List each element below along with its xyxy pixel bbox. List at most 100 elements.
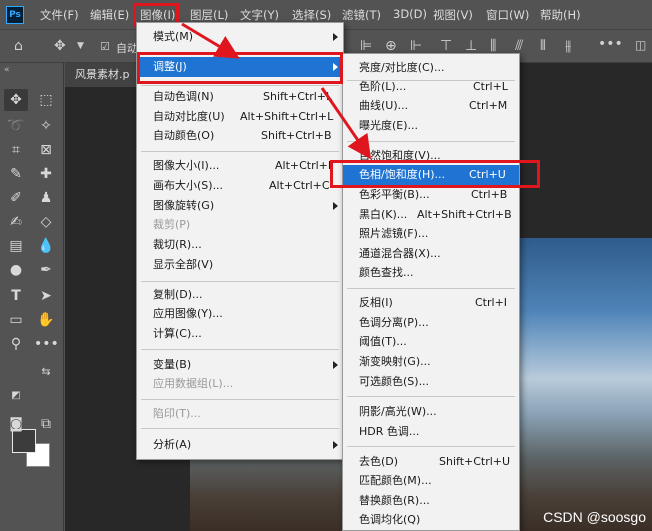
menu-separator [141, 151, 339, 152]
menu-item-channel-mixer[interactable]: 通道混合器(X)... [343, 244, 519, 264]
pen-tool-icon[interactable]: ✒ [34, 259, 58, 281]
move-tool-icon[interactable]: ✥ [54, 38, 66, 54]
edit-toolbar-icon[interactable]: ••• [34, 333, 59, 355]
menu-item-apply-data-set: 应用数据组(L)... [153, 377, 234, 390]
align-right-icon[interactable]: ⊩ [410, 38, 422, 54]
menu-separator [347, 141, 515, 142]
clone-stamp-tool-icon[interactable]: ♟ [34, 187, 58, 209]
blur-tool-icon[interactable]: 💧 [34, 235, 58, 257]
eraser-tool-icon[interactable]: ◇ [34, 211, 58, 233]
align-top-icon[interactable]: ⊤ [440, 38, 452, 54]
lasso-tool-icon[interactable]: ➰ [4, 115, 28, 137]
menu-item-black-white[interactable]: 黑白(K)... Alt+Shift+Ctrl+B [343, 205, 519, 225]
menu-separator [141, 281, 339, 282]
swap-colors-icon[interactable]: ⇆ [34, 361, 58, 383]
menu-item-exposure[interactable]: 曝光度(E)... [343, 116, 519, 136]
menu-separator [141, 399, 339, 400]
menu-item-photo-filter[interactable]: 照片滤镜(F)... [343, 224, 519, 244]
menu-item-mode[interactable]: 模式(M) [137, 27, 343, 47]
screen-mode-icon[interactable]: ⧉ [34, 413, 58, 435]
3d-mode-icon[interactable]: ◫ [635, 38, 646, 52]
frame-tool-icon[interactable]: ⊠ [34, 139, 58, 161]
menu-separator [347, 396, 515, 397]
quick-mask-icon[interactable]: ◙ [4, 413, 28, 435]
menu-item-image-size[interactable]: 图像大小(I)... Alt+Ctrl+I [137, 156, 343, 176]
menu-separator [141, 349, 339, 350]
collapse-panel-icon[interactable]: « [4, 65, 10, 75]
menu-select[interactable]: 选择(S) [292, 7, 331, 23]
distribute-h-icon[interactable]: ⫴ [540, 38, 546, 54]
type-tool-icon[interactable]: T [4, 285, 28, 307]
menu-item-duplicate[interactable]: 复制(D)... [137, 285, 343, 305]
annotation-box-hue-saturation [330, 160, 540, 188]
eyedropper-tool-icon[interactable]: ✎ [4, 163, 28, 185]
distribute-icon[interactable]: ⫼ [490, 38, 496, 54]
menu-item-threshold[interactable]: 阈值(T)... [343, 332, 519, 352]
menu-item-auto-tone[interactable]: 自动色调(N) Shift+Ctrl+L [137, 87, 343, 107]
chevron-down-icon[interactable]: ▼ [77, 41, 84, 51]
move-tool-icon[interactable]: ✥ [4, 89, 28, 111]
menu-item-canvas-size[interactable]: 画布大小(S)... Alt+Ctrl+C [137, 176, 343, 196]
menu-edit[interactable]: 编辑(E) [90, 7, 129, 23]
menu-item-trim[interactable]: 裁切(R)... [137, 235, 343, 255]
menu-item-hdr-toning[interactable]: HDR 色调... [343, 422, 519, 442]
menu-item-shadows-highlights[interactable]: 阴影/高光(W)... [343, 402, 519, 422]
menu-item-gradient-map[interactable]: 渐变映射(G)... [343, 352, 519, 372]
menu-separator [347, 288, 515, 289]
align-left-icon[interactable]: ⊫ [360, 38, 372, 54]
menu-item-trap: 陷印(T)... [153, 407, 201, 420]
menu-item-auto-contrast[interactable]: 自动对比度(U) Alt+Shift+Ctrl+L [137, 107, 343, 127]
menu-item-levels[interactable]: 色阶(L)... Ctrl+L [343, 77, 519, 97]
auto-select-checkbox[interactable]: ☑ [100, 40, 110, 53]
distribute-v-icon[interactable]: ⫻ [515, 38, 523, 54]
menu-filter[interactable]: 滤镜(T) [342, 7, 381, 23]
zoom-tool-icon[interactable]: ⚲ [4, 333, 28, 355]
menu-item-auto-color[interactable]: 自动颜色(O) Shift+Ctrl+B [137, 126, 343, 146]
watermark: CSDN @soosgo [543, 509, 646, 525]
menu-item-color-lookup[interactable]: 颜色查找... [343, 263, 519, 283]
menu-item-crop: 裁剪(P) [153, 218, 191, 231]
brush-tool-icon[interactable]: ✐ [4, 187, 28, 209]
align-middle-icon[interactable]: ⊥ [465, 38, 477, 54]
crop-tool-icon[interactable]: ⌗ [4, 139, 28, 161]
menu-item-reveal-all[interactable]: 显示全部(V) [137, 255, 343, 275]
default-colors-icon[interactable]: ◩ [4, 385, 28, 407]
menu-window[interactable]: 窗口(W) [486, 7, 529, 23]
photoshop-logo: Ps [6, 6, 24, 24]
menu-item-calculations[interactable]: 计算(C)... [137, 324, 343, 344]
home-icon[interactable]: ⌂ [14, 38, 23, 54]
distribute-spacing-icon[interactable]: ⫵ [565, 38, 571, 54]
menu-item-color-balance[interactable]: 色彩平衡(B)... Ctrl+B [343, 185, 519, 205]
history-brush-tool-icon[interactable]: ✍ [4, 211, 28, 233]
magic-wand-tool-icon[interactable]: ✧ [34, 115, 58, 137]
more-options-icon[interactable]: ••• [598, 36, 623, 52]
gradient-tool-icon[interactable]: ▤ [4, 235, 28, 257]
healing-brush-tool-icon[interactable]: ✚ [34, 163, 58, 185]
menu-item-brightness-contrast[interactable]: 亮度/对比度(C)... [343, 58, 519, 78]
menu-item-invert[interactable]: 反相(I) Ctrl+I [343, 293, 519, 313]
align-center-icon[interactable]: ⊕ [385, 38, 397, 54]
dodge-tool-icon[interactable]: ● [4, 259, 28, 281]
menu-help[interactable]: 帮助(H) [540, 7, 581, 23]
menu-item-analysis[interactable]: 分析(A) [137, 435, 343, 455]
menu-layer[interactable]: 图层(L) [190, 7, 228, 23]
menu-item-curves[interactable]: 曲线(U)... Ctrl+M [343, 96, 519, 116]
menu-item-selective-color[interactable]: 可选颜色(S)... [343, 372, 519, 392]
menu-item-desaturate[interactable]: 去色(D) Shift+Ctrl+U [343, 452, 519, 472]
rectangle-tool-icon[interactable]: ▭ [4, 309, 28, 331]
tools-panel: « ✥ ⬚ ➰ ✧ ⌗ ⊠ ✎ ✚ ✐ ♟ ✍ ◇ ▤ 💧 ● ✒ T ➤ ▭ … [0, 63, 64, 531]
menu-type[interactable]: 文字(Y) [240, 7, 279, 23]
menu-file[interactable]: 文件(F) [40, 7, 79, 23]
marquee-tool-icon[interactable]: ⬚ [34, 89, 58, 111]
menu-item-apply-image[interactable]: 应用图像(Y)... [137, 304, 343, 324]
menu-3d[interactable]: 3D(D) [393, 7, 427, 21]
path-selection-tool-icon[interactable]: ➤ [34, 285, 58, 307]
menu-item-posterize[interactable]: 色调分离(P)... [343, 313, 519, 333]
menu-item-equalize[interactable]: 色调均化(Q) [343, 510, 519, 530]
menu-item-match-color[interactable]: 匹配颜色(M)... [343, 471, 519, 491]
menu-item-replace-color[interactable]: 替换颜色(R)... [343, 491, 519, 511]
menu-item-variables[interactable]: 变量(B) [137, 355, 343, 375]
menu-item-image-rotation[interactable]: 图像旋转(G) [137, 196, 343, 216]
menu-view[interactable]: 视图(V) [433, 7, 473, 23]
hand-tool-icon[interactable]: ✋ [34, 309, 58, 331]
